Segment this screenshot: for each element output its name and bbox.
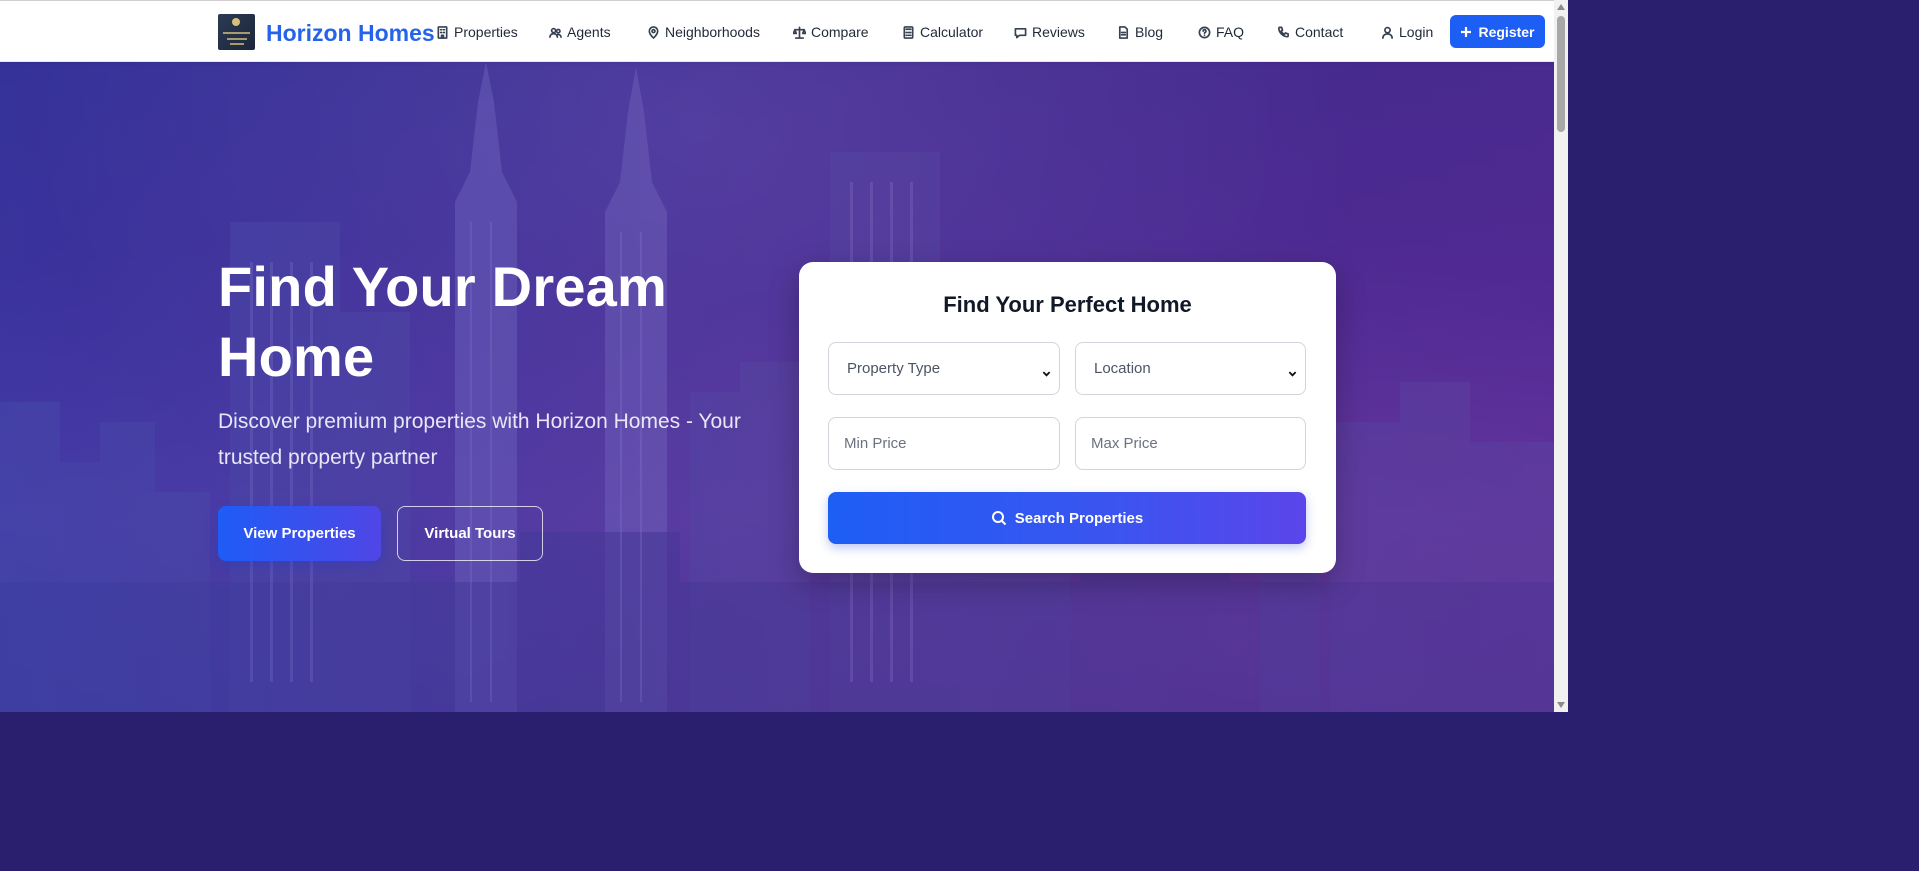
document-icon [1118,25,1129,39]
brand-logo[interactable] [218,14,255,50]
browser-top-edge [0,0,1554,4]
building-icon [437,25,448,39]
nav-label: Contact [1295,24,1344,40]
nav-label: Calculator [920,24,984,40]
hero-subtitle: Discover premium properties with Horizon… [218,410,741,469]
logo-emblem [232,18,240,26]
scroll-up-arrow-icon[interactable] [1557,4,1565,10]
search-icon [991,511,1007,526]
nav-label: Blog [1135,24,1164,40]
nav-blog[interactable]: Blog [1117,22,1163,42]
nav-calculator[interactable]: Calculator [902,22,983,42]
hero-title: Find Your Dream Home [218,255,668,388]
max-price-placeholder: Max Price [1091,435,1158,452]
search-properties-button[interactable]: Search Properties [828,492,1306,544]
nav-label: Neighborhoods [665,24,760,40]
nav-faq[interactable]: FAQ [1198,22,1244,42]
nav-label: Agents [567,24,611,40]
hero-section: Find Your Dream Home Discover premium pr… [0,62,1554,712]
plus-icon [1461,26,1472,37]
nav-reviews[interactable]: Reviews [1014,22,1085,42]
message-icon [1014,27,1027,38]
user-icon [1382,26,1393,39]
logo-divider [223,32,250,34]
scale-icon [793,26,806,39]
logo-divider [227,38,247,40]
min-price-input[interactable]: Min Price [828,417,1060,470]
property-type-select[interactable]: Property Type [828,342,1060,395]
users-icon [549,27,562,38]
search-card: Find Your Perfect Home Property Type Loc… [799,262,1336,573]
nav-label: Properties [454,24,518,40]
logo-divider [230,43,244,45]
property-type-value: Property Type [847,360,941,377]
scrollbar-thumb[interactable] [1557,16,1565,132]
nav-properties[interactable]: Properties [436,22,518,42]
calculator-icon [903,25,914,39]
help-circle-icon [1198,26,1211,38]
nav-contact[interactable]: Contact [1277,22,1343,42]
brand-name[interactable]: Horizon Homes [266,19,435,47]
search-card-title: Find Your Perfect Home [943,292,1192,317]
location-select[interactable]: Location [1075,342,1306,395]
min-price-placeholder: Min Price [844,435,907,452]
chevron-down-icon [1288,365,1297,377]
nav-login[interactable]: Login [1381,22,1433,42]
nav-neighborhoods[interactable]: Neighborhoods [647,22,760,42]
phone-icon [1278,26,1289,38]
top-navbar: Horizon Homes Properties Agents Neighbor… [0,0,1554,62]
nav-compare[interactable]: Compare [793,22,869,42]
virtual-tours-button[interactable]: Virtual Tours [397,506,543,561]
register-button[interactable]: Register [1450,15,1545,48]
register-label: Register [1478,23,1535,40]
page-scrollbar[interactable] [1554,0,1568,712]
max-price-input[interactable]: Max Price [1075,417,1306,470]
nav-label: Compare [811,24,869,40]
view-properties-button[interactable]: View Properties [218,506,381,561]
nav-agents[interactable]: Agents [549,22,611,42]
location-value: Location [1094,360,1151,377]
nav-label: Reviews [1032,24,1085,40]
map-pin-icon [648,25,659,39]
chevron-down-icon [1042,365,1051,377]
nav-label: FAQ [1216,24,1245,40]
scroll-down-arrow-icon[interactable] [1557,702,1565,708]
nav-label: Login [1399,24,1434,40]
search-button-label: Search Properties [1014,509,1144,527]
